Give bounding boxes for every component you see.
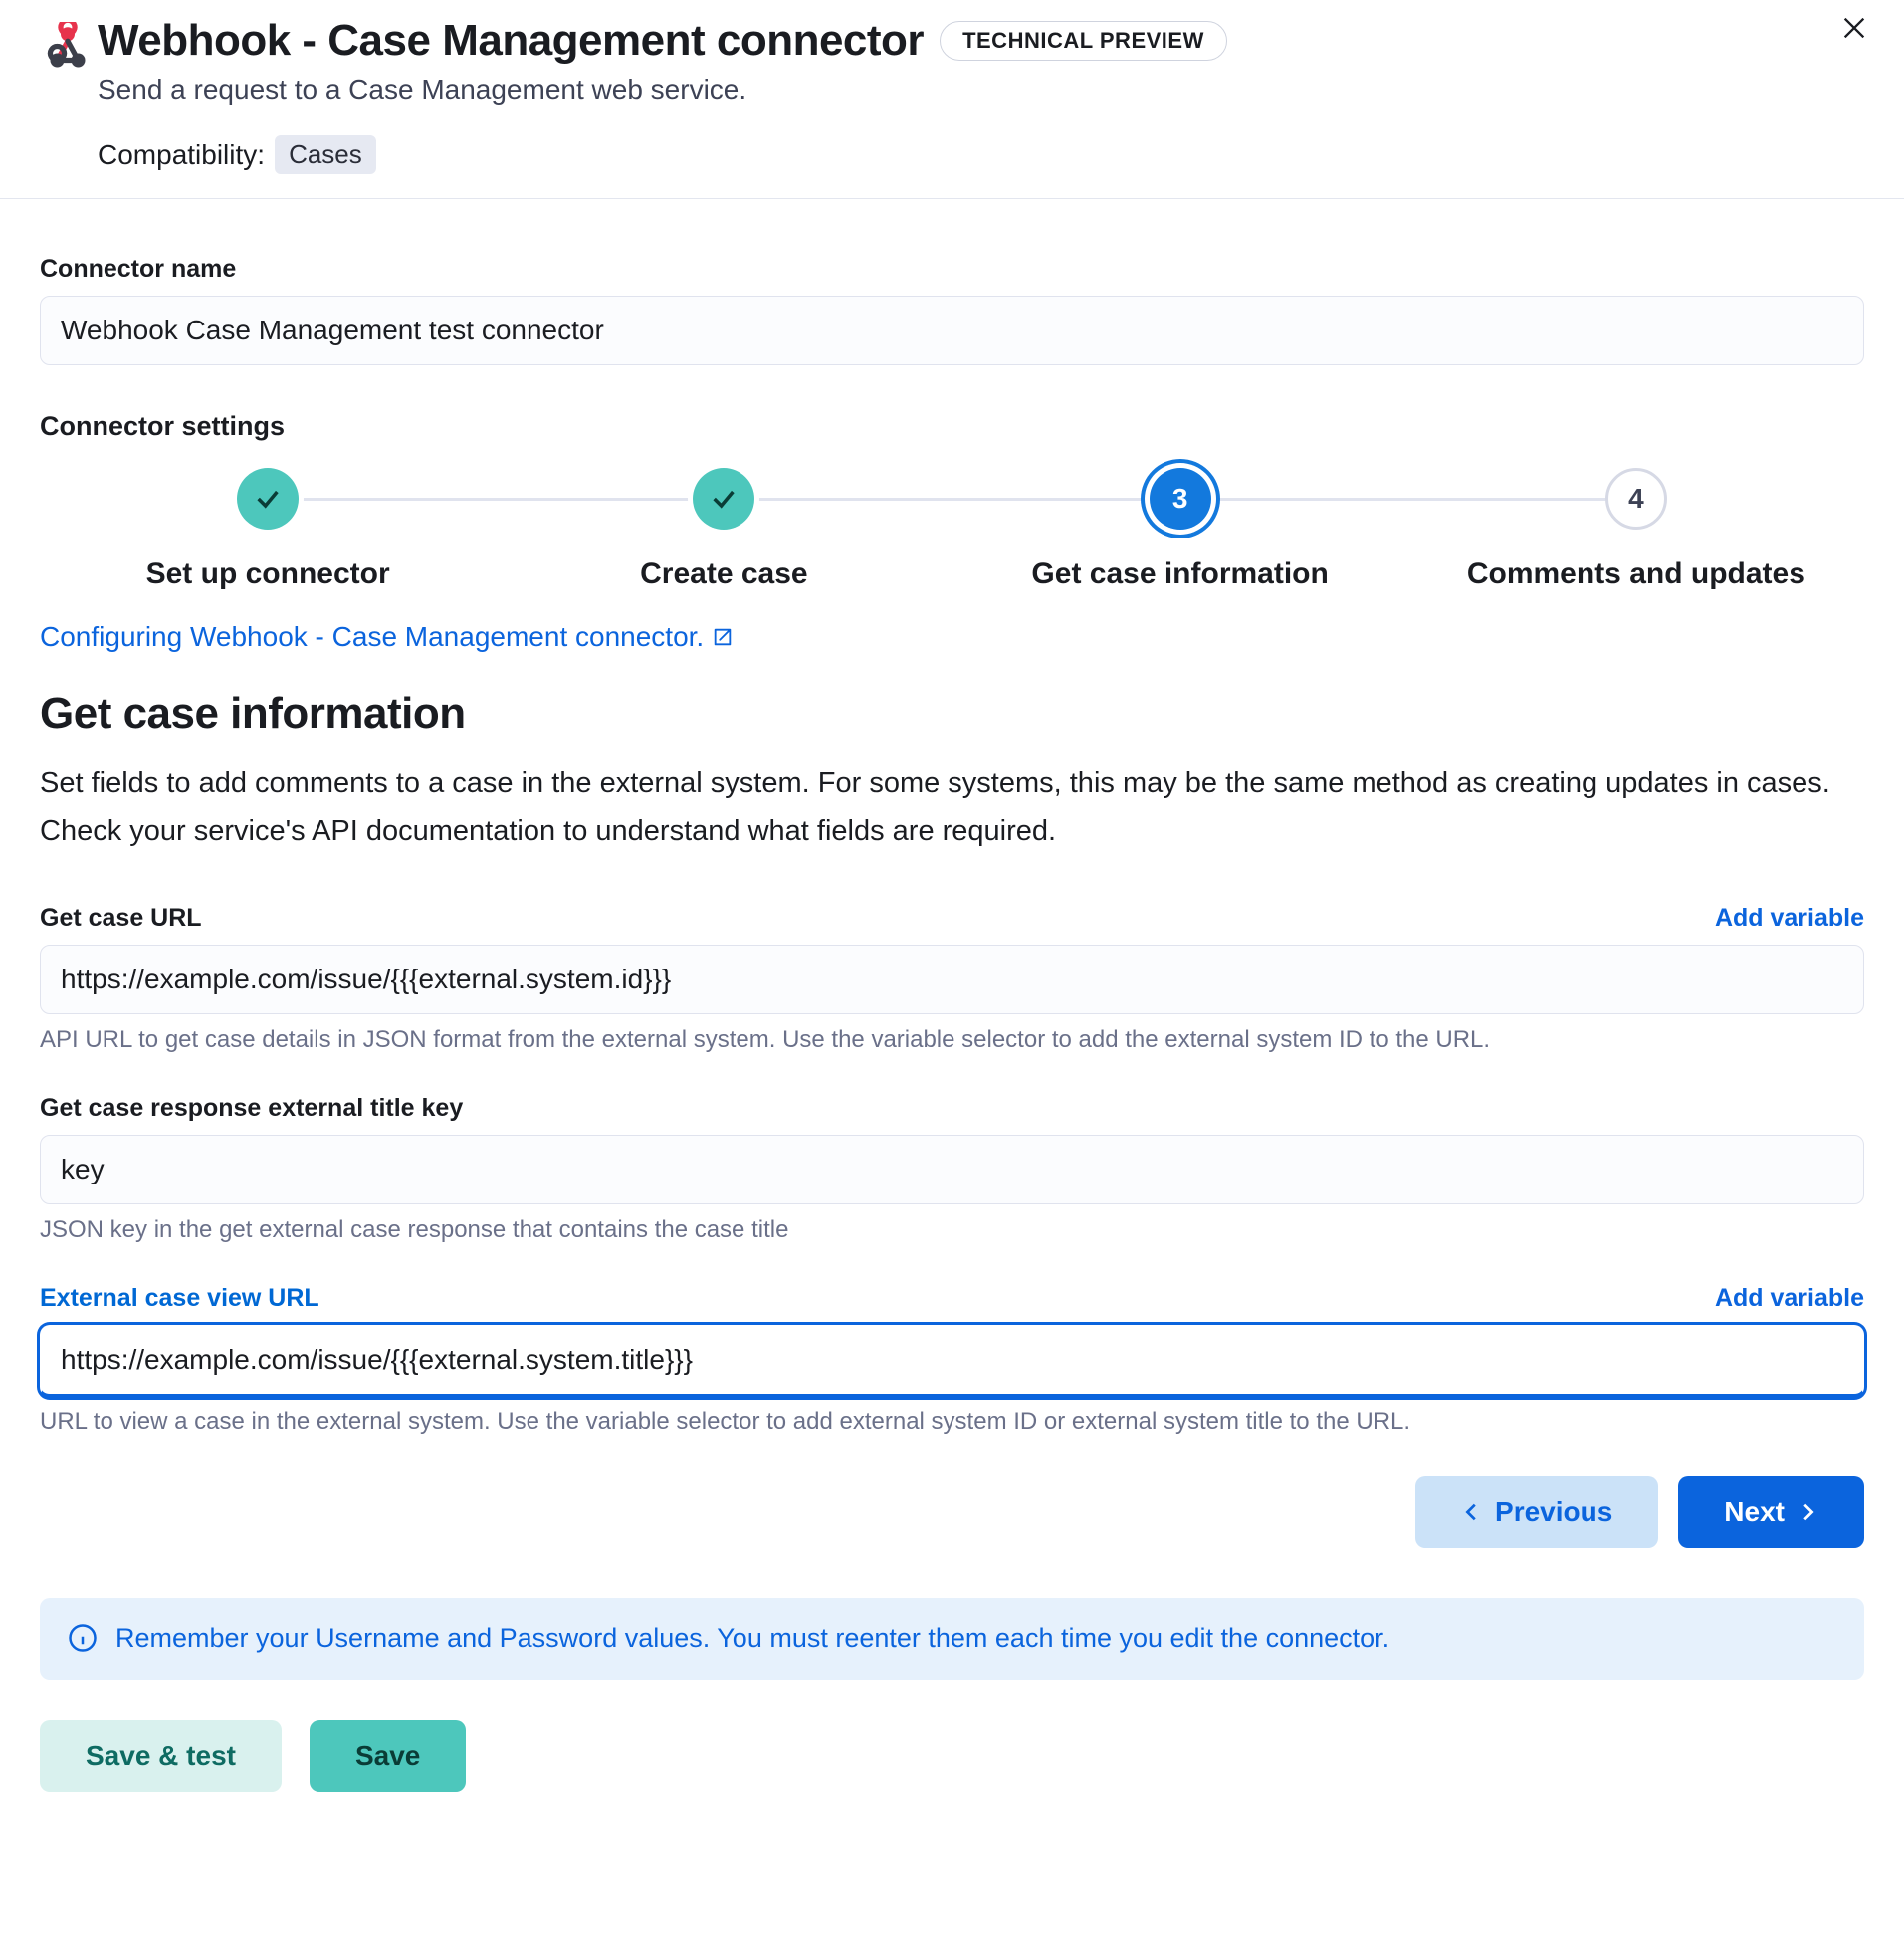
connector-settings-heading: Connector settings bbox=[40, 411, 1864, 442]
view-url-help: URL to view a case in the external syste… bbox=[40, 1408, 1864, 1436]
compatibility-label: Compatibility: bbox=[98, 139, 265, 171]
save-button[interactable]: Save bbox=[310, 1720, 466, 1792]
stepper: Set up connector Create case 3 Get case … bbox=[40, 468, 1864, 591]
step-heading: Get case information bbox=[40, 689, 1864, 739]
check-icon bbox=[237, 468, 299, 530]
step-number: 4 bbox=[1605, 468, 1667, 530]
connector-name-input[interactable] bbox=[40, 296, 1864, 365]
connector-modal: Webhook - Case Management connector TECH… bbox=[0, 0, 1904, 1831]
add-variable-button[interactable]: Add variable bbox=[1715, 904, 1864, 933]
close-icon bbox=[1840, 14, 1868, 42]
step-nav: Previous Next bbox=[40, 1476, 1864, 1548]
get-case-url-help: API URL to get case details in JSON form… bbox=[40, 1026, 1864, 1054]
check-icon bbox=[693, 468, 754, 530]
modal-title: Webhook - Case Management connector bbox=[98, 16, 924, 66]
title-key-input[interactable] bbox=[40, 1135, 1864, 1204]
add-variable-button[interactable]: Add variable bbox=[1715, 1284, 1864, 1313]
step-comments-updates[interactable]: 4 Comments and updates bbox=[1408, 468, 1864, 591]
view-url-label: External case view URL bbox=[40, 1284, 319, 1313]
doc-link[interactable]: Configuring Webhook - Case Management co… bbox=[40, 621, 734, 653]
next-button[interactable]: Next bbox=[1678, 1476, 1864, 1548]
compatibility-badge: Cases bbox=[275, 135, 376, 174]
step-get-case-info[interactable]: 3 Get case information bbox=[952, 468, 1408, 591]
modal-body: Connector name Connector settings Set up… bbox=[0, 199, 1904, 1792]
view-url-input[interactable] bbox=[40, 1325, 1864, 1397]
webhook-icon bbox=[40, 22, 96, 83]
chevron-right-icon bbox=[1797, 1501, 1818, 1523]
step-number: 3 bbox=[1150, 468, 1211, 530]
chevron-left-icon bbox=[1461, 1501, 1483, 1523]
info-icon bbox=[68, 1623, 98, 1653]
step-setup-connector[interactable]: Set up connector bbox=[40, 468, 496, 591]
title-key-label: Get case response external title key bbox=[40, 1094, 1864, 1123]
external-link-icon bbox=[712, 626, 734, 648]
previous-button[interactable]: Previous bbox=[1415, 1476, 1658, 1548]
step-create-case[interactable]: Create case bbox=[496, 468, 952, 591]
modal-header: Webhook - Case Management connector TECH… bbox=[0, 0, 1904, 199]
save-and-test-button[interactable]: Save & test bbox=[40, 1720, 282, 1792]
modal-subtitle: Send a request to a Case Management web … bbox=[98, 74, 1864, 106]
get-case-url-label: Get case URL bbox=[40, 904, 202, 933]
close-button[interactable] bbox=[1834, 8, 1874, 48]
step-description: Set fields to add comments to a case in … bbox=[40, 760, 1864, 856]
credentials-callout: Remember your Username and Password valu… bbox=[40, 1598, 1864, 1680]
footer-actions: Save & test Save bbox=[40, 1720, 1864, 1792]
technical-preview-badge: TECHNICAL PREVIEW bbox=[940, 21, 1227, 61]
title-key-help: JSON key in the get external case respon… bbox=[40, 1216, 1864, 1244]
connector-name-label: Connector name bbox=[40, 255, 1864, 284]
get-case-url-input[interactable] bbox=[40, 945, 1864, 1014]
